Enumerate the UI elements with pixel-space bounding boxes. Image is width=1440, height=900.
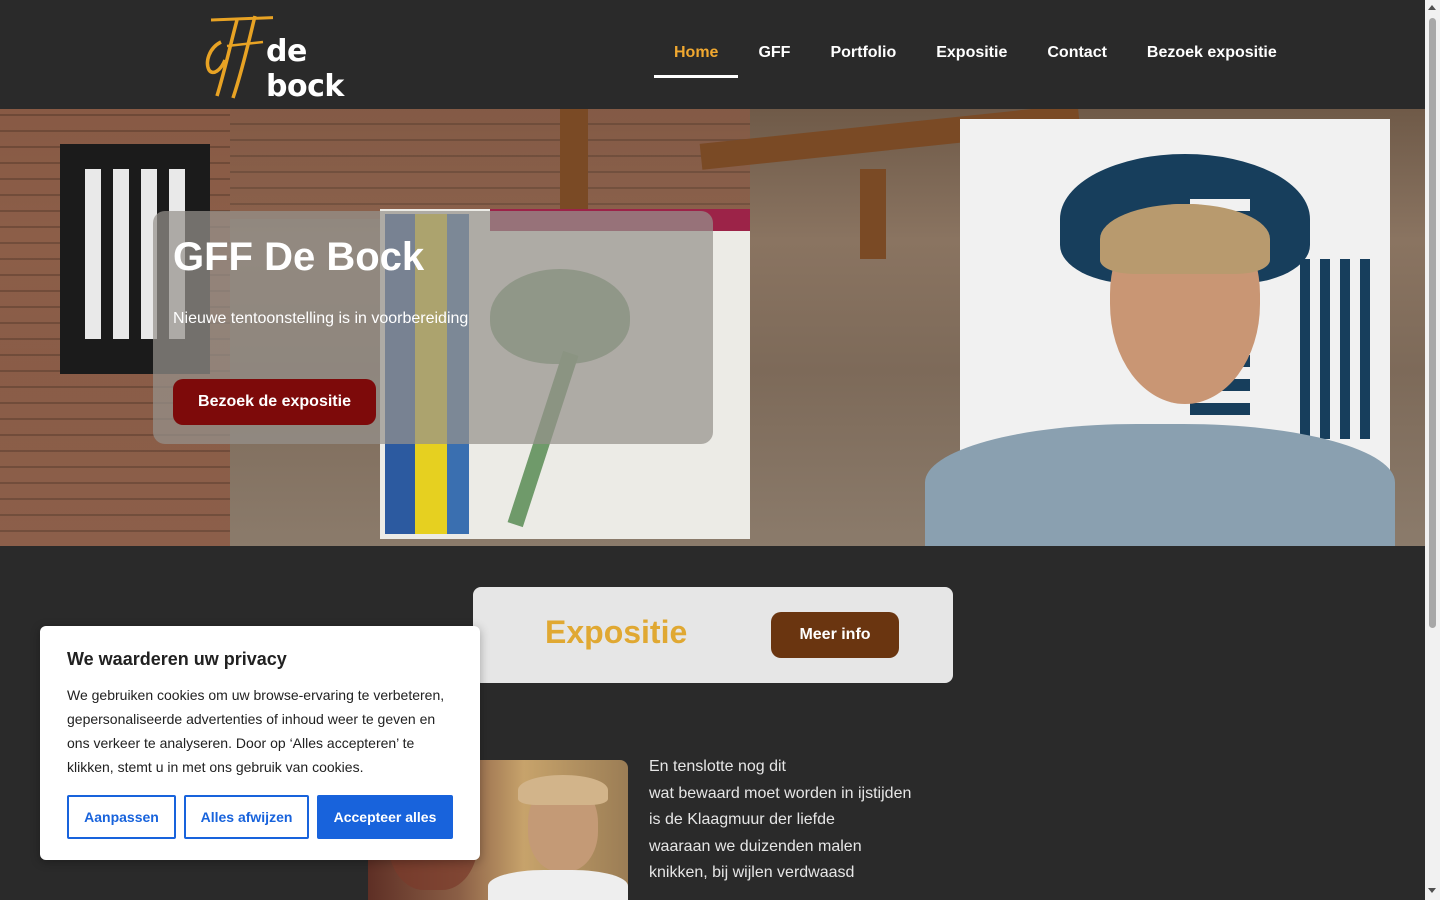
hero-card: GFF De Bock Nieuwe tentoonstelling is in… bbox=[153, 211, 713, 444]
visit-exhibition-button[interactable]: Bezoek de expositie bbox=[173, 379, 376, 425]
more-info-button[interactable]: Meer info bbox=[771, 612, 899, 658]
logo-signature-icon bbox=[205, 14, 316, 99]
cookie-reject-all-button[interactable]: Alles afwijzen bbox=[184, 795, 309, 839]
cookie-description: We gebruiken cookies om uw browse-ervari… bbox=[67, 687, 445, 775]
nav-home[interactable]: Home bbox=[654, 30, 739, 78]
scroll-down-arrow-icon[interactable] bbox=[1428, 888, 1436, 893]
nav-expositie[interactable]: Expositie bbox=[916, 30, 1027, 78]
logo-wordmark: de bock bbox=[266, 34, 344, 104]
nav-gff[interactable]: GFF bbox=[738, 30, 810, 78]
scrollbar-thumb[interactable] bbox=[1429, 18, 1436, 628]
page-scrollbar[interactable] bbox=[1425, 0, 1440, 900]
expositie-card: Expositie Meer info bbox=[473, 587, 953, 683]
nav-bezoek-expositie[interactable]: Bezoek expositie bbox=[1127, 30, 1297, 78]
scroll-up-arrow-icon[interactable] bbox=[1428, 5, 1436, 10]
cookie-accept-all-button[interactable]: Accepteer alles bbox=[317, 795, 453, 839]
nav-contact[interactable]: Contact bbox=[1027, 30, 1127, 78]
site-header: de bock Home GFF Portfolio Expositie Con… bbox=[0, 0, 1425, 109]
poem-line: waaraan we duizenden malen bbox=[649, 837, 862, 855]
cookie-consent-dialog: We waarderen uw privacy We gebruiken coo… bbox=[40, 626, 480, 860]
nav-portfolio[interactable]: Portfolio bbox=[810, 30, 916, 78]
expositie-title: Expositie bbox=[545, 614, 688, 650]
artist-portrait bbox=[925, 204, 1395, 546]
poem-line: En tenslotte nog dit bbox=[649, 758, 786, 775]
main-nav: Home GFF Portfolio Expositie Contact Bez… bbox=[654, 30, 1297, 78]
hero-section: GFF De Bock Nieuwe tentoonstelling is in… bbox=[0, 109, 1425, 546]
hero-subtitle: Nieuwe tentoonstelling is in voorbereidi… bbox=[173, 310, 469, 327]
cookie-customize-button[interactable]: Aanpassen bbox=[67, 795, 176, 839]
hero-title: GFF De Bock bbox=[173, 235, 425, 279]
cookie-title: We waarderen uw privacy bbox=[67, 649, 287, 669]
poem-line: is de Klaagmuur der liefde bbox=[649, 811, 835, 828]
poem-text: En tenslotte nog dit wat bewaard moet wo… bbox=[649, 754, 911, 887]
poem-line: wat bewaard moet worden in ijstijden bbox=[649, 784, 912, 802]
poem-line: knikken, bij wijlen verdwaasd bbox=[649, 864, 855, 881]
site-logo[interactable]: de bock bbox=[203, 12, 378, 104]
